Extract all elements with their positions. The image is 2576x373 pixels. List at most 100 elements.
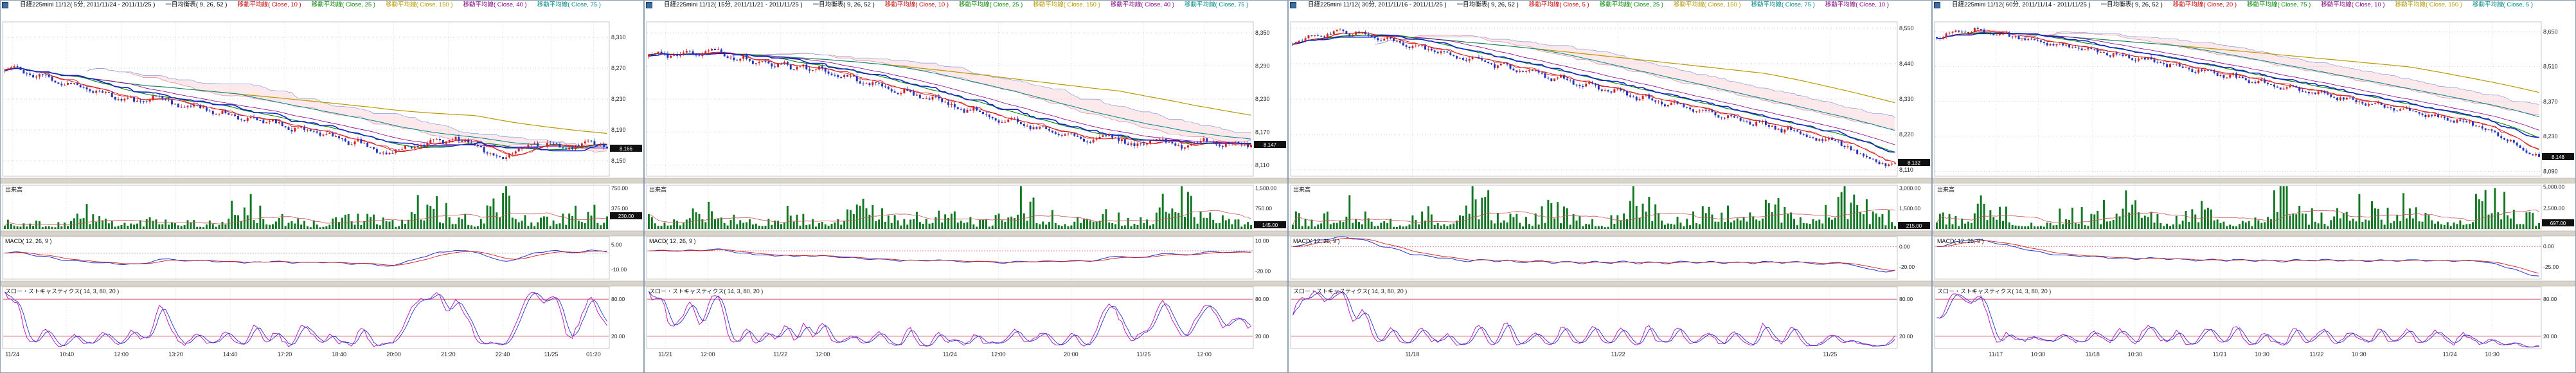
pane-splitter-handle[interactable] <box>1933 231 2575 236</box>
svg-text:12:00: 12:00 <box>701 351 715 358</box>
svg-text:20:00: 20:00 <box>386 351 401 358</box>
svg-text:MACD( 12, 26, 9 ): MACD( 12, 26, 9 ) <box>649 238 696 244</box>
svg-text:スロー・ストキャスティクス( 14, 3, 80, 20 ): スロー・ストキャスティクス( 14, 3, 80, 20 ) <box>1293 288 1407 295</box>
pane-splitter-handle[interactable] <box>1933 281 2575 286</box>
pane-splitter-handle[interactable] <box>1 178 643 183</box>
legend-item: 一目均衡表( 9, 26, 52 ) <box>1457 1 1519 8</box>
chart-plot[interactable]: 出来高 MACD( 12, 26, 9 ) スロー・ストキャスティクス( 14, 3… <box>1933 15 2575 373</box>
svg-text:5.00: 5.00 <box>611 242 622 248</box>
stochastics-layer: スロー・ストキャスティクス( 14, 3, 80, 20 ) <box>647 288 1253 346</box>
svg-text:11/24: 11/24 <box>2443 351 2457 358</box>
svg-text:10:30: 10:30 <box>2255 351 2269 358</box>
svg-text:12:00: 12:00 <box>991 351 1006 358</box>
pane-splitter-handle[interactable] <box>1289 178 1931 183</box>
legend-item: 移動平均線( Close, 150 ) <box>386 1 453 8</box>
svg-text:11/25: 11/25 <box>1823 351 1837 358</box>
svg-text:12:00: 12:00 <box>816 351 830 358</box>
pane-splitter-handle[interactable] <box>645 281 1287 286</box>
pane-splitter-handle[interactable] <box>1289 281 1931 286</box>
svg-text:スロー・ストキャスティクス( 14, 3, 80, 20 ): スロー・ストキャスティクス( 14, 3, 80, 20 ) <box>1937 288 2051 295</box>
stochastics-layer: スロー・ストキャスティクス( 14, 3, 80, 20 ) <box>1291 288 1897 346</box>
svg-text:5,000.00: 5,000.00 <box>2543 184 2564 190</box>
svg-text:20:00: 20:00 <box>1064 351 1078 358</box>
svg-text:8,170: 8,170 <box>1255 129 1270 135</box>
svg-text:8,510: 8,510 <box>2543 64 2558 70</box>
legend-item: 移動平均線( Close, 150 ) <box>2395 1 2463 8</box>
svg-text:8,440: 8,440 <box>1899 60 1914 67</box>
svg-text:10:30: 10:30 <box>2031 351 2046 358</box>
panel-legend: 日経225mini 11/12( 15分, 2011/11/21 - 2011/… <box>645 1 1287 15</box>
svg-text:80.00: 80.00 <box>1255 296 1269 302</box>
svg-text:8,220: 8,220 <box>1899 131 1914 138</box>
macd-layer: MACD( 12, 26, 9 ) <box>647 238 1253 263</box>
svg-text:8,110: 8,110 <box>1899 167 1913 173</box>
chart-window-icon <box>2 2 8 8</box>
svg-text:-20.00: -20.00 <box>1899 264 1915 270</box>
last-volume-badge: 215.00 <box>1898 222 1930 229</box>
svg-text:出来高: 出来高 <box>1937 186 1954 193</box>
svg-text:MACD( 12, 26, 9 ): MACD( 12, 26, 9 ) <box>1937 238 1984 244</box>
chart-plot[interactable]: 出来高MACD( 12, 26, 9 )スロー・ストキャスティクス( 14, 3… <box>1 15 643 373</box>
legend-item: 移動平均線( Close, 10 ) <box>2321 1 2384 8</box>
svg-text:80.00: 80.00 <box>2543 296 2557 302</box>
svg-text:11/18: 11/18 <box>1405 351 1419 358</box>
chart-plot[interactable]: 出来高MACD( 12, 26, 9 )スロー・ストキャスティクス( 14, 3… <box>1289 15 1931 373</box>
svg-text:11/25: 11/25 <box>1137 351 1151 358</box>
svg-text:17:20: 17:20 <box>278 351 292 358</box>
pane-splitter-handle[interactable] <box>1 231 643 236</box>
chart-window-icon <box>646 2 652 8</box>
svg-text:14:40: 14:40 <box>223 351 238 358</box>
svg-text:01:20: 01:20 <box>586 351 601 358</box>
svg-text:20.00: 20.00 <box>1899 333 1913 340</box>
volume-layer: 出来高 <box>1936 186 2540 229</box>
svg-text:MACD( 12, 26, 9 ): MACD( 12, 26, 9 ) <box>1293 238 1340 244</box>
svg-text:8,370: 8,370 <box>2543 98 2558 105</box>
svg-text:3,000.00: 3,000.00 <box>1899 185 1920 191</box>
svg-text:8,148: 8,148 <box>2552 154 2565 160</box>
pane-splitter-handle[interactable] <box>1289 231 1931 236</box>
svg-text:11/25: 11/25 <box>544 351 559 358</box>
volume-layer: 出来高 <box>4 186 608 229</box>
svg-text:10:30: 10:30 <box>2485 351 2500 358</box>
chart-title: 日経225mini 11/12( 15分, 2011/11/21 - 2011/… <box>664 1 803 8</box>
legend-item: 移動平均線( Close, 75 ) <box>2247 1 2311 8</box>
svg-text:10:40: 10:40 <box>60 351 75 358</box>
legend-item: 移動平均線( Close, 10 ) <box>1825 1 1889 8</box>
svg-text:11/24: 11/24 <box>5 351 19 358</box>
pane-splitter-handle[interactable] <box>1 281 643 286</box>
chart-title: 日経225mini 11/12( 30分, 2011/11/16 - 2011/… <box>1308 1 1447 8</box>
legend-item: 一目均衡表( 9, 26, 52 ) <box>813 1 875 8</box>
pane-splitter-handle[interactable] <box>645 178 1287 183</box>
svg-text:20.00: 20.00 <box>1255 333 1269 340</box>
legend-item: 移動平均線( Close, 75 ) <box>1751 1 1815 8</box>
legend-item: 移動平均線( Close, 40 ) <box>463 1 526 8</box>
svg-text:8,350: 8,350 <box>1255 30 1270 36</box>
svg-text:スロー・ストキャスティクス( 14, 3, 80, 20 ): スロー・ストキャスティクス( 14, 3, 80, 20 ) <box>5 288 119 295</box>
legend-item: 移動平均線( Close, 20 ) <box>2173 1 2237 8</box>
svg-text:11/22: 11/22 <box>2310 351 2324 358</box>
svg-text:21:20: 21:20 <box>441 351 456 358</box>
svg-text:8,650: 8,650 <box>2543 28 2558 35</box>
chart-plot[interactable]: 出来高MACD( 12, 26, 9 )スロー・ストキャスティクス( 14, 3… <box>645 15 1287 373</box>
legend-item: 一目均衡表( 9, 26, 52 ) <box>165 1 227 8</box>
svg-text:11/22: 11/22 <box>1611 351 1625 358</box>
last-volume-badge: 697.00 <box>2542 219 2574 226</box>
pane-splitter-handle[interactable] <box>645 231 1287 236</box>
svg-text:8,150: 8,150 <box>611 158 626 164</box>
legend-item: 移動平均線( Close, 75 ) <box>1185 1 1248 8</box>
last-volume-badge: 145.00 <box>1254 221 1286 228</box>
chart-title: 日経225mini 11/12( 5分, 2011/11/24 - 2011/1… <box>20 1 155 8</box>
grid-layer <box>3 22 609 349</box>
svg-text:1,500.00: 1,500.00 <box>1255 185 1276 191</box>
svg-text:8,190: 8,190 <box>611 127 626 133</box>
svg-text:22:40: 22:40 <box>496 351 510 358</box>
legend-item: 一目均衡表( 9, 26, 52 ) <box>2101 1 2163 8</box>
svg-text:11/18: 11/18 <box>2086 351 2100 358</box>
svg-text:8,270: 8,270 <box>611 65 626 71</box>
pane-splitter-handle[interactable] <box>1933 178 2575 183</box>
panel-legend: 日経225mini 11/12( 60分, 2011/11/14 - 2011/… <box>1933 1 2575 15</box>
last-price-badge: 8,148 <box>2542 153 2574 160</box>
ichimoku-cloud-layer <box>87 68 607 152</box>
svg-text:8,290: 8,290 <box>1255 63 1270 69</box>
svg-text:8,132: 8,132 <box>1908 160 1921 166</box>
